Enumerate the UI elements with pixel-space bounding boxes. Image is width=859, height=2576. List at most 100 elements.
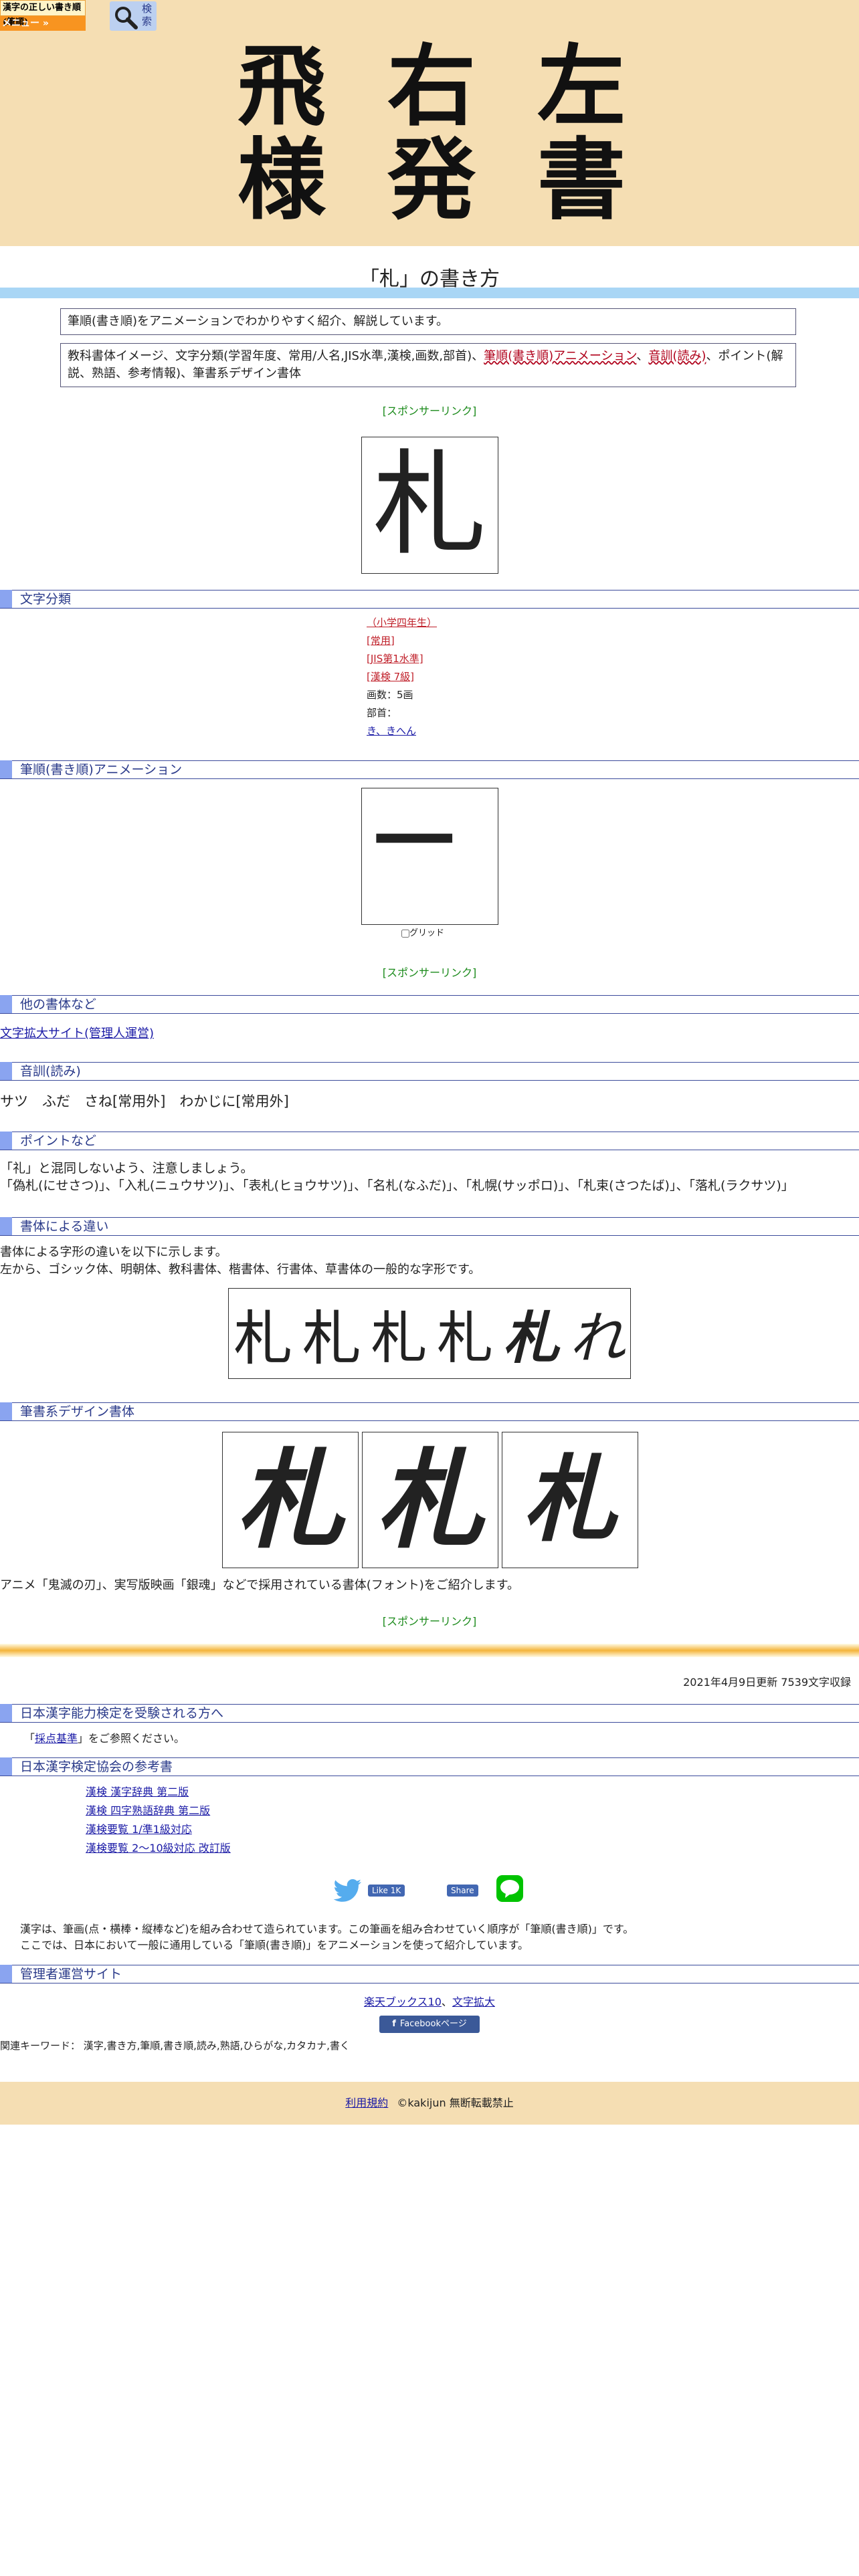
update-info: 2021年4月9日更新 7539文字収録 (683, 1676, 851, 1689)
sponsor-link[interactable]: [スポンサーリンク] (0, 1612, 859, 1628)
typeface-mincho: 札 (302, 1303, 361, 1373)
book-link[interactable]: 漢検 四字熟語辞典 第二版 (86, 1802, 231, 1820)
line-icon[interactable] (496, 1875, 523, 1902)
section-readings: 音訓(読み) (0, 1062, 859, 1081)
grade-link[interactable]: （小学四年生） (367, 614, 437, 632)
search-icon (115, 7, 138, 29)
animation-canvas: 一 (361, 788, 498, 925)
logo-text[interactable]: 漢字の正しい書き順(筆順) (0, 0, 86, 27)
design-font-tile[interactable]: 札 (222, 1432, 359, 1568)
kanken-link[interactable]: [漢検 7級] (367, 668, 437, 686)
design-glyph: 札 (522, 1445, 617, 1555)
jis-link[interactable]: [JIS第1水準] (367, 650, 437, 668)
design-caption: アニメ「鬼滅の刃」、実写版映画「銀魂」などで採用されている書体(フォント)をご紹… (0, 1578, 519, 1592)
facebook-icon: f (392, 2019, 396, 2029)
radical-link[interactable]: き、きへん (367, 722, 437, 740)
exam-prefix: 「 (24, 1732, 35, 1745)
hero-glyph: 左 (537, 35, 626, 138)
jouyou-link[interactable]: [常用] (367, 632, 437, 650)
book-link[interactable]: 漢検要覧 1/準1級対応 (86, 1820, 231, 1839)
intro-box: 筆順(書き順)をアニメーションでわかりやすく紹介、解説しています。 (60, 308, 796, 335)
facebook-like-button[interactable]: Like 1K (368, 1885, 405, 1897)
hero-row-1: 飛 右 左 (237, 40, 626, 134)
zoom-site-link[interactable]: 文字拡大サイト(管理人運営) (0, 1024, 154, 1041)
typeface-gothic: 札 (233, 1303, 293, 1373)
section-classification: 文字分類 (0, 590, 859, 609)
typefaces-text: 書体による字形の違いを以下に示します。 左から、ゴシック体、明朝体、教科書体、楷… (0, 1244, 859, 1279)
classification-list: （小学四年生） [常用] [JIS第1水準] [漢検 7級] 画数：5画 部首：… (367, 614, 437, 740)
design-font-tile[interactable]: 札 (362, 1432, 498, 1568)
search-label: 検索 (142, 3, 153, 27)
design-font-tile[interactable]: 札 (502, 1432, 638, 1568)
points-text: 「礼」と混同しないよう、注意しましょう。 「偽札(にせさつ)」、「入札(ニュウサ… (0, 1160, 859, 1194)
typefaces-line: 書体による字形の違いを以下に示します。 (0, 1245, 227, 1259)
grid-label: グリッド (409, 928, 445, 938)
explanation-line: ここでは、日本において一般に通用している「筆順(書き順)」をアニメーションを使っ… (20, 1939, 529, 1951)
hero-row-2: 様 発 書 (237, 134, 626, 227)
section-title: 文字分類 (20, 592, 72, 607)
section-title: 筆書系デザイン書体 (20, 1404, 135, 1419)
typeface-sosho: れ (569, 1305, 626, 1371)
admin-sep: 、 (441, 1996, 452, 2008)
scoring-link[interactable]: 採点基準 (35, 1732, 78, 1745)
section-admin: 管理者運営サイト (0, 1965, 859, 1983)
points-line: 「礼」と混同しないよう、注意しましょう。 (0, 1161, 254, 1176)
facebook-page-button[interactable]: f Facebookページ (379, 2016, 480, 2033)
section-exam: 日本漢字能力検定を受験される方へ (0, 1704, 859, 1723)
grid-checkbox[interactable] (401, 929, 409, 938)
section-other-fonts: 他の書体など (0, 995, 859, 1014)
hero-glyph: 様 (237, 128, 326, 232)
typefaces-line: 左から、ゴシック体、明朝体、教科書体、楷書体、行書体、草書体の一般的な字形です。 (0, 1263, 481, 1277)
main-kanji: 札 (373, 439, 487, 571)
contents-box: 教科書体イメージ、文字分類(学習年度、常用/人名,JIS水準,漢検,画数,部首)… (60, 343, 796, 387)
contents-link-animation[interactable]: 筆順(書き順)アニメーション (484, 349, 636, 363)
points-line: 「偽札(にせさつ)」、「入札(ニュウサツ)」、「表札(ヒョウサツ)」、「名札(な… (0, 1178, 794, 1193)
stroke-count: 画数：5画 (367, 689, 413, 701)
copyright: ©kakijun 無断転載禁止 (397, 2097, 514, 2109)
readings-text: サツ ふだ さね[常用外] わかじに[常用外] (0, 1093, 289, 1109)
section-title: 音訓(読み) (20, 1064, 81, 1079)
section-title: 日本漢字検定協会の参考書 (20, 1759, 173, 1774)
site-logo[interactable]: 漢字の正しい書き順(筆順) メニュー » (0, 0, 86, 32)
section-title: 筆順(書き順)アニメーション (20, 762, 183, 777)
hero-glyph: 飛 (237, 35, 326, 138)
section-books: 日本漢字検定協会の参考書 (0, 1757, 859, 1776)
book-link[interactable]: 漢検 漢字辞典 第二版 (86, 1783, 231, 1802)
top-bar: 漢字の正しい書き順(筆順) メニュー » 検索 (0, 0, 859, 33)
hero-glyph: 書 (537, 128, 626, 232)
section-points: ポイントなど (0, 1132, 859, 1150)
hero-glyph: 発 (387, 128, 476, 232)
sponsor-link[interactable]: [スポンサーリンク] (0, 964, 859, 980)
radical-label: 部首： (367, 707, 397, 719)
menu-button[interactable]: メニュー » (0, 16, 86, 31)
typeface-kaisho: 札 (437, 1305, 494, 1371)
twitter-icon[interactable] (333, 1879, 363, 1903)
sponsor-link[interactable]: [スポンサーリンク] (0, 402, 859, 418)
accent-band (0, 288, 859, 298)
admin-links: 楽天ブックス10、文字拡大 (0, 1993, 859, 2009)
section-typefaces: 書体による違い (0, 1217, 859, 1236)
rakuten-link[interactable]: 楽天ブックス10 (364, 1996, 442, 2008)
design-glyph: 札 (236, 1437, 344, 1563)
section-title: ポイントなど (20, 1134, 97, 1148)
grid-toggle[interactable]: グリッド (401, 926, 444, 938)
typeface-textbook: 札 (371, 1305, 427, 1371)
contents-sep: 、 (636, 349, 649, 363)
section-title: 書体による違い (20, 1219, 109, 1234)
footer-divider (0, 1644, 859, 1657)
zoom-link[interactable]: 文字拡大 (452, 1996, 495, 2008)
facebook-share-button[interactable]: Share (447, 1885, 478, 1897)
terms-link[interactable]: 利用規約 (345, 2097, 388, 2109)
facebook-page-label: Facebookページ (399, 2019, 467, 2029)
design-glyph: 札 (376, 1437, 484, 1563)
section-title: 日本漢字能力検定を受験される方へ (20, 1706, 224, 1721)
hero-glyph: 右 (387, 35, 476, 138)
exam-note: 「採点基準」をご参照ください。 (24, 1729, 185, 1745)
book-link[interactable]: 漢検要覧 2～10級対応 改訂版 (86, 1839, 231, 1858)
typeface-comparison: 札 札 札 札 札 れ (228, 1288, 631, 1379)
book-links: 漢検 漢字辞典 第二版 漢検 四字熟語辞典 第二版 漢検要覧 1/準1級対応 漢… (86, 1783, 231, 1858)
contents-link-readings[interactable]: 音訓(読み) (648, 349, 706, 363)
explanation: 漢字は、筆画(点・横棒・縦棒など)を組み合わせて造られています。この筆画を組み合… (20, 1921, 634, 1953)
search-button[interactable]: 検索 (110, 1, 157, 31)
bottom-bar: 利用規約 ©kakijun 無断転載禁止 (0, 2082, 859, 2125)
